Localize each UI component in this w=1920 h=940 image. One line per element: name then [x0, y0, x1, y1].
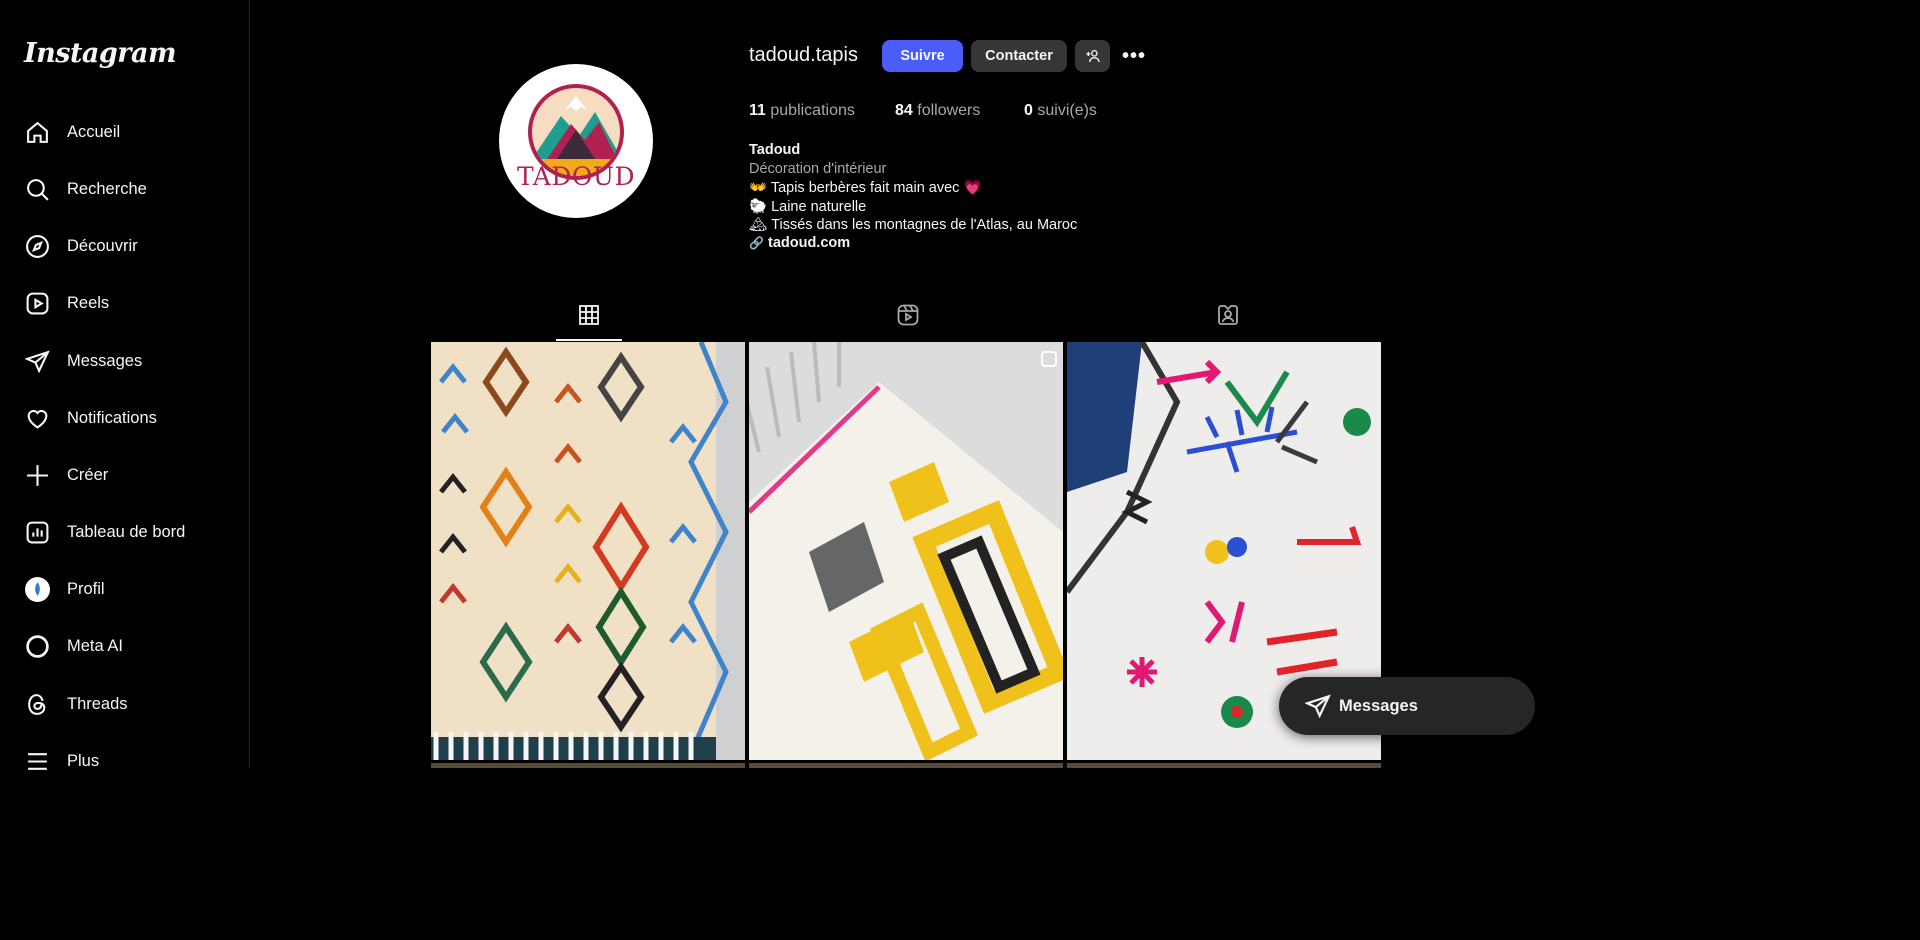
reels-icon: [24, 290, 50, 316]
sidebar-item-reels[interactable]: Reels: [12, 279, 238, 327]
home-icon: [24, 119, 50, 145]
add-user-icon: [1085, 48, 1101, 64]
bio-name: Tadoud: [749, 142, 801, 158]
compass-icon: [24, 233, 50, 259]
avatar-logo-text: TADOUD: [516, 162, 635, 191]
sidebar-item-label: Accueil: [67, 122, 121, 141]
sidebar-item-label: Profil: [67, 579, 105, 598]
sidebar-item-label: Reels: [67, 293, 110, 312]
search-icon: [24, 176, 50, 202]
sidebar-item-dashboard[interactable]: Tableau de bord: [12, 508, 238, 556]
sidebar-item-label: Découvrir: [67, 236, 138, 255]
stat-followers[interactable]: 84 followers: [895, 102, 980, 120]
sidebar: Instagram Accueil Recherche Découvrir Re…: [0, 0, 250, 770]
profile-username: tadoud.tapis: [749, 44, 858, 66]
sidebar-item-profile[interactable]: Profil: [12, 565, 238, 613]
heart-icon: [24, 405, 50, 431]
send-icon: [1305, 693, 1331, 719]
sidebar-item-explore[interactable]: Découvrir: [12, 222, 238, 270]
tadoud-logo-image: [528, 84, 624, 180]
bio-line: 🏔 Tissés dans les montagnes de l'Atlas, …: [749, 217, 1078, 233]
sidebar-item-meta-ai[interactable]: Meta AI: [12, 622, 238, 670]
stat-posts: 11 publications: [749, 102, 855, 120]
meta-ai-icon: [24, 633, 50, 659]
sidebar-item-label: Créer: [67, 465, 109, 484]
sidebar-item-search[interactable]: Recherche: [12, 165, 238, 213]
sidebar-item-more[interactable]: Plus: [12, 737, 238, 785]
sidebar-item-messages[interactable]: Messages: [12, 337, 238, 385]
posts-count: 11: [749, 102, 766, 119]
post-thumbnail[interactable]: [749, 342, 1063, 760]
post-thumbnail[interactable]: [431, 342, 745, 760]
contact-button[interactable]: Contacter: [971, 40, 1067, 72]
avatar-icon: [24, 576, 50, 602]
sidebar-item-label: Messages: [67, 351, 143, 370]
menu-icon: [24, 748, 50, 774]
bio-line: 🐑 Laine naturelle: [749, 199, 867, 215]
bio-category: Décoration d'intérieur: [749, 161, 887, 177]
threads-icon: [24, 691, 50, 717]
reels-icon: [896, 303, 920, 341]
sidebar-item-notifications[interactable]: Notifications: [12, 394, 238, 442]
suggested-users-button[interactable]: [1075, 40, 1110, 72]
profile-avatar[interactable]: TADOUD: [499, 64, 653, 218]
followers-count: 84: [895, 102, 913, 119]
sidebar-item-label: Plus: [67, 751, 100, 770]
sidebar-item-threads[interactable]: Threads: [12, 680, 238, 728]
instagram-logo[interactable]: Instagram: [24, 38, 177, 69]
more-options-button[interactable]: •••: [1118, 40, 1150, 72]
rug-photo: [749, 342, 1063, 760]
messages-label: Messages: [1339, 696, 1418, 715]
link-icon: 🔗: [749, 236, 764, 250]
website-link-text: tadoud.com: [767, 235, 851, 251]
post-thumbnail-partial[interactable]: [431, 763, 745, 768]
follow-button[interactable]: Suivre: [882, 40, 963, 72]
tab-posts[interactable]: [556, 303, 622, 341]
bio-line: 👐 Tapis berbères fait main avec 💗: [749, 180, 982, 196]
stat-following[interactable]: 0 suivi(e)s: [1024, 102, 1097, 120]
tab-reels[interactable]: [875, 303, 941, 341]
post-thumbnail-partial[interactable]: [749, 763, 1063, 768]
send-icon: [24, 348, 50, 374]
grid-icon: [577, 303, 601, 339]
dashboard-icon: [24, 519, 50, 545]
plus-icon: [24, 462, 50, 488]
sidebar-item-label: Recherche: [67, 179, 147, 198]
bio-website-link[interactable]: 🔗 tadoud.com: [749, 235, 850, 251]
following-count: 0: [1024, 102, 1033, 119]
sidebar-item-create[interactable]: Créer: [12, 451, 238, 499]
tab-tagged[interactable]: [1195, 303, 1261, 341]
sidebar-item-label: Threads: [67, 694, 128, 713]
sidebar-item-label: Notifications: [67, 408, 157, 427]
following-label: suivi(e)s: [1037, 102, 1097, 119]
post-thumbnail-partial[interactable]: [1067, 763, 1381, 768]
sidebar-item-home[interactable]: Accueil: [12, 108, 238, 156]
tagged-icon: [1216, 303, 1240, 341]
rug-photo: [431, 342, 745, 760]
messages-floating-button[interactable]: Messages: [1279, 677, 1535, 735]
sidebar-item-label: Tableau de bord: [67, 522, 186, 541]
sidebar-item-label: Meta AI: [67, 636, 123, 655]
followers-label: followers: [917, 102, 981, 119]
posts-label: publications: [770, 102, 855, 119]
